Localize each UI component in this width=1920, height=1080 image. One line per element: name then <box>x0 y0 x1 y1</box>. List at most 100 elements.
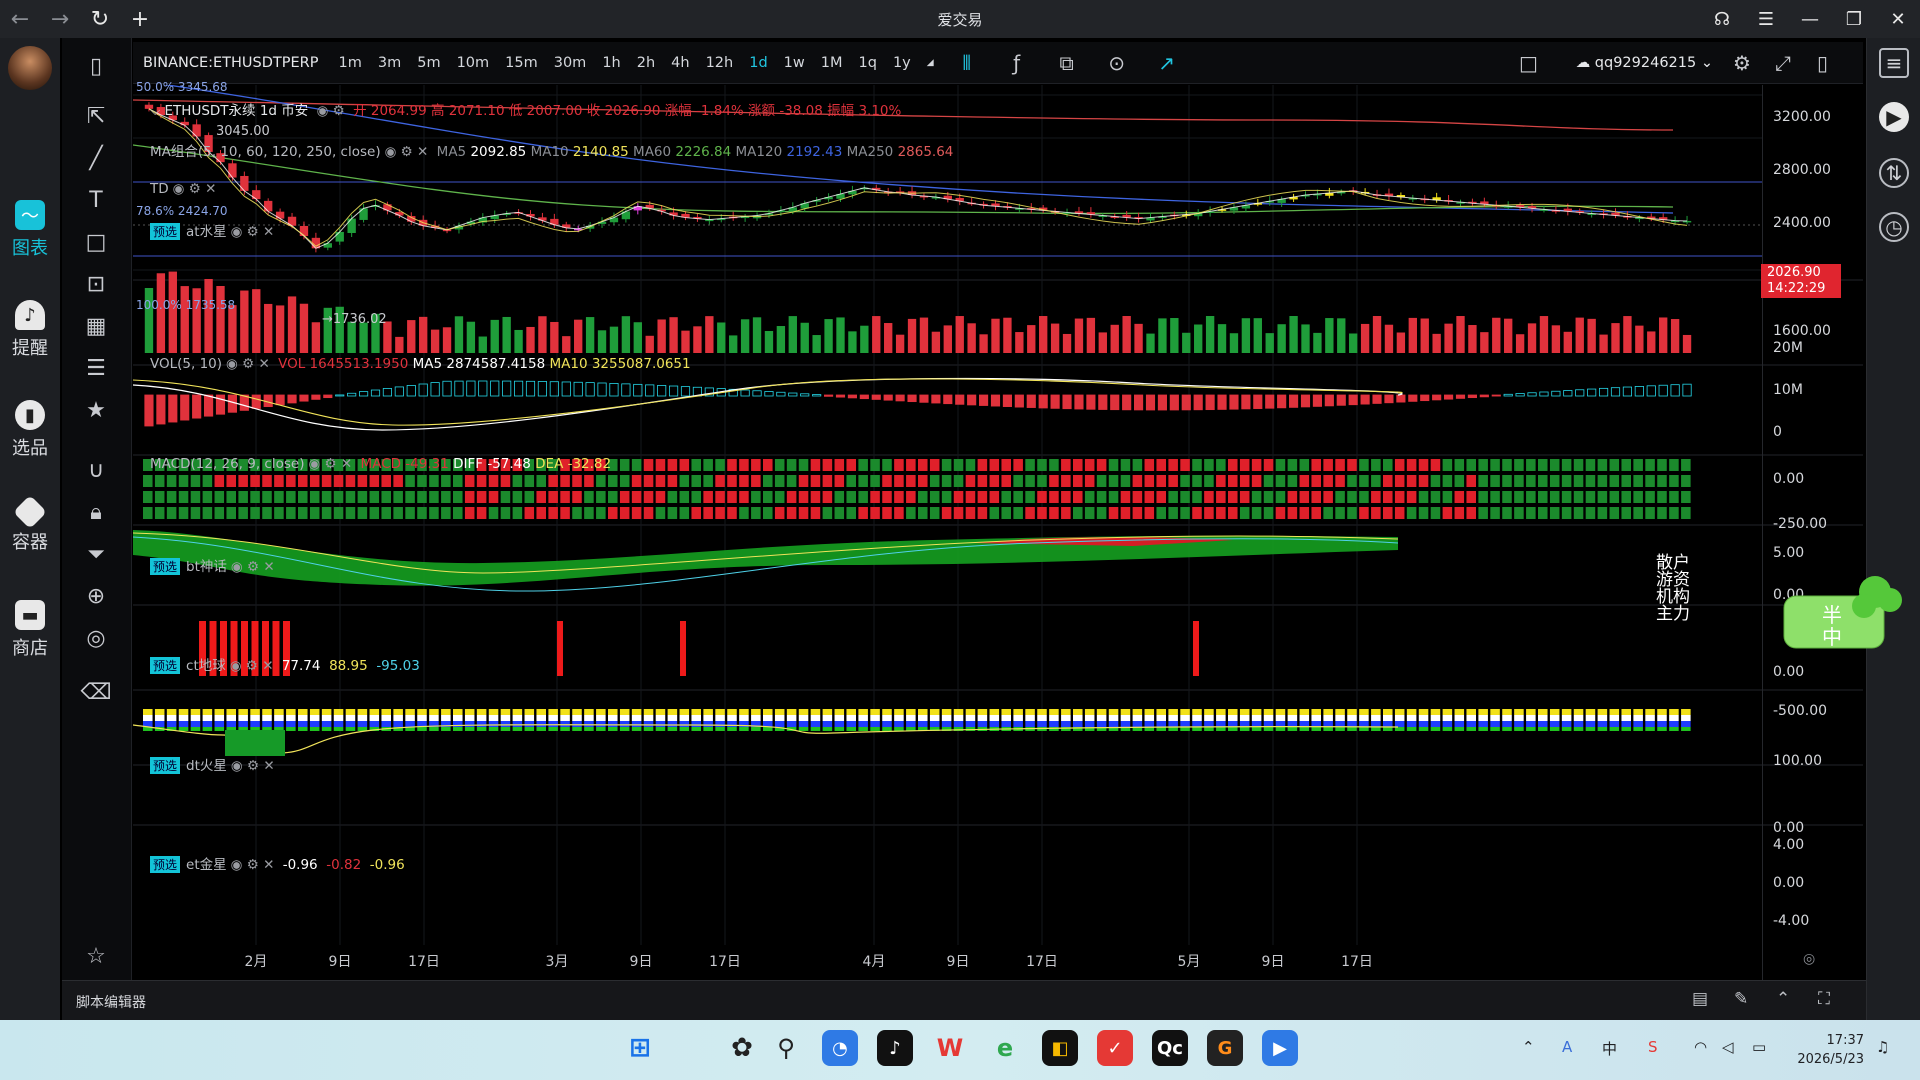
close-icon[interactable]: ✕ <box>1876 0 1920 38</box>
panel-icon[interactable]: ▯ <box>1817 51 1828 75</box>
tray-ime-icon[interactable]: 中 <box>1602 1038 1617 1059</box>
avatar[interactable] <box>8 46 52 90</box>
bt-cell <box>1084 475 1095 487</box>
fullscreen-icon[interactable]: ⤢ <box>1775 51 1791 75</box>
measure-icon[interactable]: ⊡ <box>76 266 116 302</box>
interval-5m[interactable]: 5m <box>409 42 448 84</box>
app-trade-icon[interactable]: ◧ <box>1042 1030 1078 1066</box>
bt-cell <box>727 507 737 519</box>
app-g-icon[interactable]: G <box>1207 1030 1243 1066</box>
interval-1h[interactable]: 1h <box>594 42 628 84</box>
price-axis[interactable]: 3200.00 2800.00 2400.00 1600.00 20M 10M … <box>1762 85 1863 980</box>
star-icon[interactable]: ★ <box>76 392 116 428</box>
text-icon[interactable]: T <box>76 182 116 218</box>
layout-icon[interactable]: ▯ <box>76 48 116 84</box>
interval-30m[interactable]: 30m <box>546 42 595 84</box>
system-clock[interactable]: 17:37 2026/5/23 <box>1797 1031 1864 1069</box>
save-script-icon[interactable]: ▤ <box>1692 989 1708 1009</box>
interval-1q[interactable]: 1q <box>851 42 885 84</box>
edit-script-icon[interactable]: ✎ <box>1734 989 1748 1009</box>
compare-icon[interactable]: ⧉ <box>1042 51 1092 75</box>
chart-canvas[interactable] <box>132 78 1863 980</box>
settings-icon[interactable]: ⚙ <box>1733 51 1751 75</box>
grid-icon[interactable]: ▦ <box>76 308 116 344</box>
qq-icon[interactable]: ◔ <box>822 1030 858 1066</box>
play-icon[interactable]: ▶ <box>1879 102 1909 132</box>
symbol-selector[interactable]: BINANCE:ETHUSDTPERP <box>133 55 331 71</box>
interval-3m[interactable]: 3m <box>370 42 409 84</box>
notification-icon[interactable]: ♫ <box>1876 1038 1889 1056</box>
eraser-icon[interactable]: ⌫ <box>76 674 116 710</box>
nav-container[interactable]: 容器 <box>0 495 60 554</box>
menu-icon[interactable]: ☰ <box>1744 0 1788 38</box>
nav-alerts[interactable]: ♪ 提醒 <box>0 300 60 360</box>
tray-ai-icon[interactable]: A <box>1562 1038 1572 1056</box>
battery-icon[interactable]: ▭ <box>1752 1038 1766 1056</box>
interval-more-icon[interactable]: ◢ <box>919 42 942 84</box>
interval-12h[interactable]: 12h <box>698 42 742 84</box>
interval-4h[interactable]: 4h <box>663 42 697 84</box>
tray-expand-icon[interactable]: ⌃ <box>1522 1038 1535 1056</box>
back-icon[interactable]: ← <box>0 0 40 38</box>
et-strip <box>679 721 690 727</box>
fullframe-icon[interactable]: □ <box>1519 51 1538 75</box>
app-qc-icon[interactable]: Qc <box>1152 1030 1188 1066</box>
tiktok-icon[interactable]: ♪ <box>877 1030 913 1066</box>
tray-app-icon[interactable]: S <box>1648 1038 1658 1056</box>
filter-icon[interactable]: ⏷ <box>76 536 116 572</box>
magnet-icon[interactable]: ∪ <box>76 452 116 488</box>
floating-assistant-widget[interactable]: 半 中 <box>1780 566 1902 650</box>
nav-chart[interactable]: 〜 图表 <box>0 200 60 260</box>
user-account[interactable]: ☁ qq929246215 ⌄ <box>1576 55 1713 71</box>
rectangle-icon[interactable]: □ <box>76 224 116 260</box>
fib-icon[interactable]: ☰ <box>76 350 116 386</box>
wifi-icon[interactable]: ◠ <box>1694 1038 1707 1056</box>
replay-icon[interactable]: ⊙ <box>1092 51 1142 75</box>
lock-icon[interactable]: 🔒︎ <box>76 494 116 530</box>
interval-10m[interactable]: 10m <box>449 42 498 84</box>
axis-settings-icon[interactable]: ◎ <box>1803 951 1815 967</box>
interval-1w[interactable]: 1w <box>776 42 813 84</box>
app-flower-icon[interactable]: ✿ <box>724 1030 760 1066</box>
app-red-icon[interactable]: ✓ <box>1097 1030 1133 1066</box>
candle-type-icon[interactable]: ⫴ <box>942 51 992 75</box>
maximize-panel-icon[interactable]: ⛶ <box>1818 989 1830 1009</box>
refresh-icon[interactable]: ↻ <box>80 0 120 38</box>
expand-up-icon[interactable]: ⌃ <box>1776 989 1790 1009</box>
et-strip <box>560 727 570 731</box>
minimize-icon[interactable]: — <box>1788 0 1832 38</box>
hide-icon[interactable]: ◎ <box>76 620 116 656</box>
time-axis[interactable]: 2月 9日 17日 3月 9日 17日 4月 9日 17日 5月 9日 17日 <box>133 945 1763 979</box>
restore-icon[interactable]: ❐ <box>1832 0 1876 38</box>
interval-1M[interactable]: 1M <box>813 42 851 84</box>
browser-icon[interactable]: e <box>987 1030 1023 1066</box>
app-arrow-icon[interactable]: ▶ <box>1262 1030 1298 1066</box>
windows-start-icon[interactable]: ⊞ <box>622 1030 658 1066</box>
interval-15m[interactable]: 15m <box>497 42 546 84</box>
indicator-icon[interactable]: ƒ <box>992 51 1042 75</box>
watchlist-icon[interactable]: ≡ <box>1879 48 1909 78</box>
new-tab-icon[interactable]: + <box>120 0 160 38</box>
interval-1d[interactable]: 1d <box>741 42 775 84</box>
favorite-icon[interactable]: ☆ <box>76 938 116 974</box>
trendline-icon[interactable]: ╱ <box>76 140 116 176</box>
forward-icon[interactable]: → <box>40 0 80 38</box>
nav-store[interactable]: ▬ 商店 <box>0 600 60 660</box>
search-icon[interactable]: ⚲ <box>768 1030 804 1066</box>
clock-icon[interactable]: ◷ <box>1879 212 1909 242</box>
interval-2h[interactable]: 2h <box>629 42 663 84</box>
volume-icon[interactable]: ◁ <box>1722 1038 1734 1056</box>
chart-area[interactable] <box>132 78 1863 980</box>
trade-icon[interactable]: ⇅ <box>1879 158 1909 188</box>
et-strip <box>262 709 272 715</box>
support-icon[interactable]: ☊ <box>1700 0 1744 38</box>
nav-screener[interactable]: ▮ 选品 <box>0 400 60 460</box>
interval-1y[interactable]: 1y <box>885 42 919 84</box>
bt-cell <box>381 491 391 503</box>
target-icon[interactable]: ⊕ <box>76 578 116 614</box>
script-editor-tab[interactable]: 脚本编辑器 <box>76 992 146 1012</box>
cursor-icon[interactable]: ⇱ <box>76 98 116 134</box>
interval-1m[interactable]: 1m <box>331 42 370 84</box>
strategy-icon[interactable]: ↗ <box>1142 51 1192 75</box>
wps-icon[interactable]: W <box>932 1030 968 1066</box>
